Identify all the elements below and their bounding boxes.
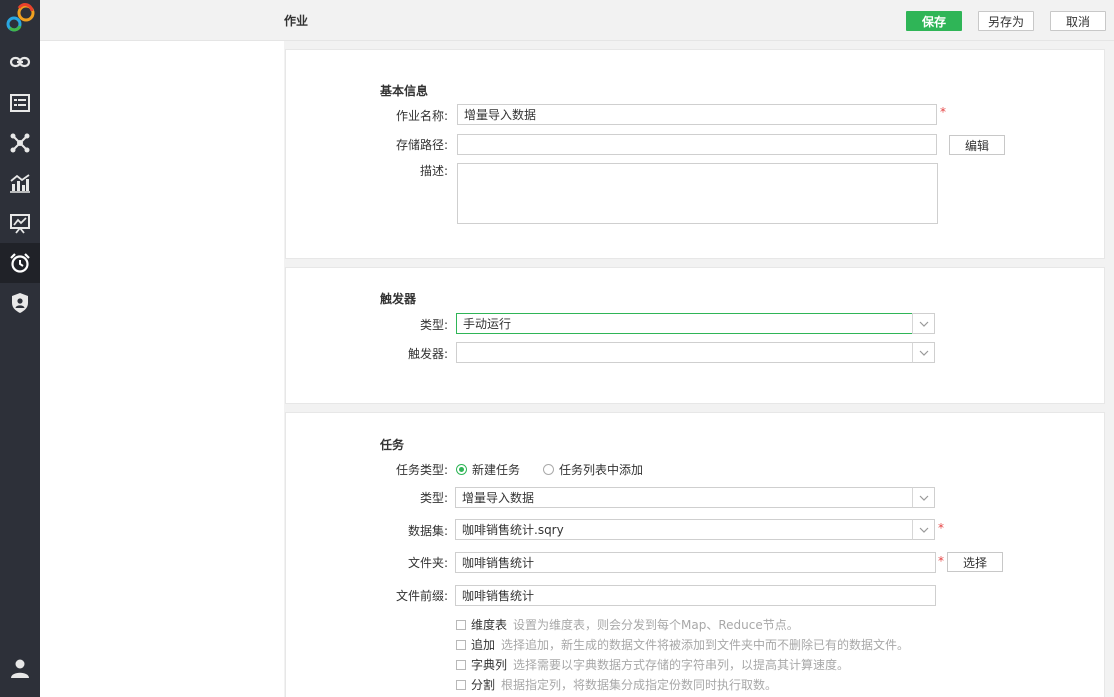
- task-type-label: 任务类型:: [395, 463, 448, 477]
- task-title: 任务: [380, 438, 405, 452]
- checkbox[interactable]: [456, 679, 466, 690]
- option-name: 维度表: [471, 618, 508, 632]
- option-name: 字典列: [471, 658, 508, 672]
- job-name-label: 作业名称:: [395, 109, 448, 123]
- save-button[interactable]: 保存: [906, 11, 962, 31]
- option-description: 选择需要以字典数据方式存储的字符串列，以提高其计算速度。: [513, 658, 850, 672]
- dataset-dropdown[interactable]: [912, 519, 935, 540]
- file-prefix-input[interactable]: 咖啡销售统计: [455, 585, 936, 606]
- option-append[interactable]: 追加 选择追加，新生成的数据文件将被添加到文件夹中而不删除已有的数据文件。: [456, 636, 909, 653]
- rail-presentation[interactable]: [0, 203, 40, 243]
- radio-add-from-list[interactable]: 任务列表中添加: [543, 461, 643, 478]
- description-label: 描述:: [419, 164, 448, 178]
- option-description: 选择追加，新生成的数据文件将被添加到文件夹中而不删除已有的数据文件。: [501, 638, 910, 652]
- chevron-down-icon: [919, 495, 928, 501]
- radio-add-from-list-label: 任务列表中添加: [559, 463, 644, 477]
- radio-dot: [456, 464, 467, 475]
- page-title: 作业: [284, 14, 309, 28]
- edit-path-button[interactable]: 编辑: [949, 135, 1005, 155]
- network-icon: [10, 133, 30, 153]
- basic-info-title: 基本信息: [380, 84, 429, 98]
- basic-info-card: 基本信息 作业名称: 增量导入数据 * 存储路径: 编辑 描述:: [285, 49, 1105, 259]
- folder-input[interactable]: 咖啡销售统计: [455, 552, 936, 573]
- required-mark: *: [938, 554, 944, 568]
- alarm-clock-icon: [10, 253, 30, 273]
- chevron-down-icon: [919, 321, 928, 327]
- radio-dot: [543, 464, 554, 475]
- storage-path-label: 存储路径:: [395, 138, 448, 152]
- rail-list[interactable]: [0, 83, 40, 123]
- user-icon: [11, 659, 29, 678]
- checkbox[interactable]: [456, 619, 466, 630]
- dataset-label: 数据集:: [407, 524, 448, 538]
- rail-user[interactable]: [0, 648, 40, 688]
- option-split[interactable]: 分割 根据指定列，将数据集分成指定份数同时执行取数。: [456, 676, 777, 693]
- file-prefix-label: 文件前缀:: [395, 589, 448, 603]
- cancel-button[interactable]: 取消: [1050, 11, 1106, 31]
- task-card: 任务 任务类型: 新建任务 任务列表中添加 类型: 增量导入数据 数据集: 咖啡…: [285, 412, 1105, 697]
- rail-security[interactable]: [0, 283, 40, 323]
- radio-new-task-label: 新建任务: [472, 463, 521, 477]
- rail-network[interactable]: [0, 123, 40, 163]
- trigger-type-select[interactable]: 手动运行: [456, 313, 913, 334]
- folder-label: 文件夹:: [407, 556, 448, 570]
- link-icon: [9, 56, 31, 68]
- checkbox[interactable]: [456, 639, 466, 650]
- required-mark: *: [940, 105, 946, 119]
- trigger-label: 触发器:: [407, 347, 448, 361]
- left-panel: [40, 41, 284, 697]
- option-name: 分割: [471, 678, 496, 692]
- task-kind-label: 类型:: [419, 491, 448, 505]
- select-folder-button[interactable]: 选择: [947, 552, 1003, 572]
- option-dictionary-column[interactable]: 字典列 选择需要以字典数据方式存储的字符串列，以提高其计算速度。: [456, 656, 849, 673]
- trigger-type-label: 类型:: [419, 318, 448, 332]
- list-icon: [10, 94, 30, 112]
- option-name: 追加: [471, 638, 496, 652]
- checkbox[interactable]: [456, 659, 466, 670]
- bar-chart-icon: [10, 174, 30, 193]
- task-kind-dropdown[interactable]: [912, 487, 935, 508]
- required-mark: *: [938, 521, 944, 535]
- trigger-select[interactable]: [456, 342, 913, 363]
- option-description: 设置为维度表，则会分发到每个Map、Reduce节点。: [513, 618, 799, 632]
- option-description: 根据指定列，将数据集分成指定份数同时执行取数。: [501, 678, 778, 692]
- description-textarea[interactable]: [457, 163, 938, 224]
- job-name-input[interactable]: 增量导入数据: [457, 104, 937, 125]
- storage-path-input[interactable]: [457, 134, 937, 155]
- dataset-select[interactable]: 咖啡销售统计.sqry: [455, 519, 913, 540]
- app-logo[interactable]: [0, 0, 40, 40]
- rail-schedule[interactable]: [0, 243, 40, 283]
- radio-new-task[interactable]: 新建任务: [456, 461, 520, 478]
- option-dimension-table[interactable]: 维度表 设置为维度表，则会分发到每个Map、Reduce节点。: [456, 616, 799, 633]
- task-kind-select[interactable]: 增量导入数据: [455, 487, 913, 508]
- trigger-dropdown[interactable]: [912, 342, 935, 363]
- presentation-icon: [10, 214, 30, 234]
- shield-user-icon: [12, 293, 28, 313]
- save-as-button[interactable]: 另存为: [978, 11, 1034, 31]
- trigger-title: 触发器: [380, 292, 417, 306]
- chevron-down-icon: [919, 350, 928, 356]
- rail-chart[interactable]: [0, 163, 40, 203]
- chevron-down-icon: [919, 527, 928, 533]
- trigger-type-dropdown[interactable]: [912, 313, 935, 334]
- rail-link[interactable]: [0, 42, 40, 82]
- trigger-card: 触发器 类型: 手动运行 触发器:: [285, 267, 1105, 404]
- app-rail: [0, 0, 40, 697]
